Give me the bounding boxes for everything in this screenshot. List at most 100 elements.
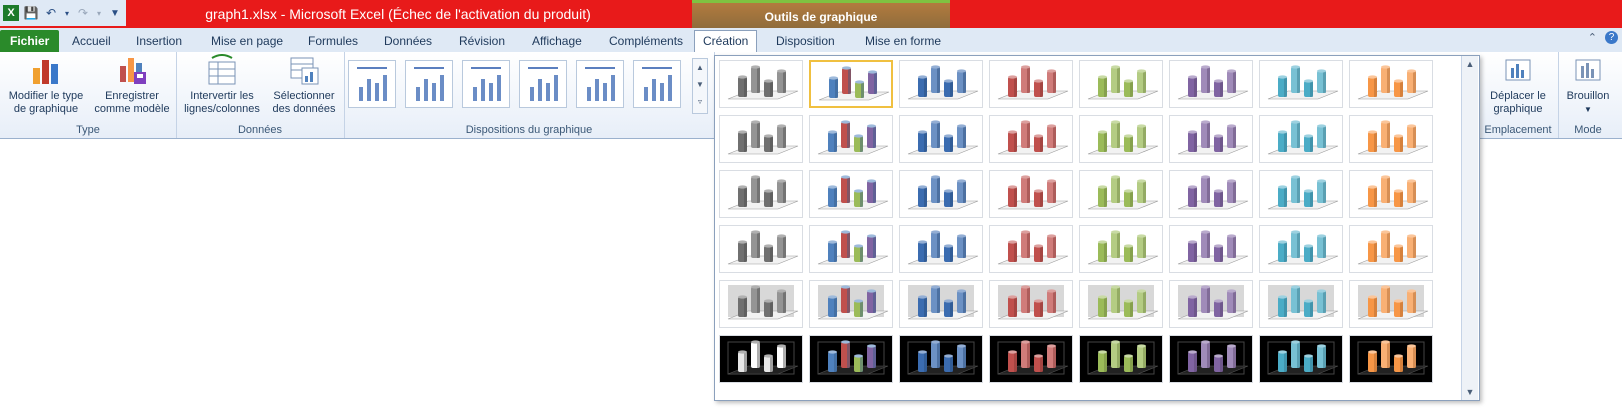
help-icon[interactable]: ? (1605, 31, 1618, 44)
tab-formules[interactable]: Formules (300, 31, 366, 51)
style-preview (720, 336, 802, 382)
chart-style-option[interactable] (899, 115, 983, 163)
style-preview (810, 171, 892, 217)
save-icon[interactable]: 💾 (23, 5, 39, 21)
chart-style-option[interactable] (809, 225, 893, 273)
style-preview (810, 116, 892, 162)
tab-mise-en-forme[interactable]: Mise en forme (857, 31, 949, 51)
chart-style-option[interactable] (1349, 335, 1433, 383)
chart-style-option[interactable] (719, 115, 803, 163)
scroll-down-icon[interactable]: ▼ (1464, 386, 1476, 398)
tab-donnees[interactable]: Données (376, 31, 440, 51)
style-preview (720, 226, 802, 272)
chart-style-option[interactable] (1259, 280, 1343, 328)
group-label-mode: Mode (1574, 124, 1602, 136)
chart-layout-option[interactable] (519, 60, 567, 108)
chart-style-option[interactable] (1079, 115, 1163, 163)
undo-dropdown-icon[interactable]: ▾ (63, 5, 71, 21)
group-donnees: Intervertir les lignes/colonnes Sélectio… (176, 52, 345, 138)
chart-layout-option[interactable] (576, 60, 624, 108)
chart-style-option[interactable] (1169, 335, 1253, 383)
chart-style-option[interactable] (989, 280, 1073, 328)
chart-style-option[interactable] (1259, 335, 1343, 383)
redo-icon[interactable]: ↷ (75, 5, 91, 21)
undo-icon[interactable]: ↶ (43, 5, 59, 21)
chart-layout-option[interactable] (348, 60, 396, 108)
chart-style-option[interactable] (989, 225, 1073, 273)
tab-insertion[interactable]: Insertion (128, 31, 190, 51)
chart-style-option[interactable] (1169, 280, 1253, 328)
chart-style-option[interactable] (809, 170, 893, 218)
tab-fichier[interactable]: Fichier (0, 30, 60, 52)
chart-style-option[interactable] (1349, 60, 1433, 108)
chart-style-option[interactable] (809, 280, 893, 328)
chart-style-option[interactable] (1349, 280, 1433, 328)
chart-style-option[interactable] (989, 170, 1073, 218)
customize-qat-icon[interactable]: ▼ (107, 5, 123, 21)
save-as-template-button[interactable]: Enregistrer comme modèle (90, 54, 174, 116)
scroll-up-icon[interactable]: ▲ (1464, 58, 1476, 70)
change-chart-type-button[interactable]: Modifier le type de graphique (4, 54, 88, 116)
group-type: Modifier le type de graphique Enregistre… (0, 52, 177, 138)
group-chart-layouts: ▲ ▼ ▿ Dispositions du graphique (344, 52, 715, 138)
tab-creation[interactable]: Création (694, 30, 758, 53)
tab-revision[interactable]: Révision (451, 31, 513, 51)
chart-style-option[interactable] (719, 170, 803, 218)
chart-style-option[interactable] (1259, 115, 1343, 163)
style-preview (1080, 226, 1162, 272)
chart-style-option[interactable] (1259, 170, 1343, 218)
chart-style-option[interactable] (1169, 170, 1253, 218)
chart-style-option[interactable] (1169, 115, 1253, 163)
style-preview (810, 226, 892, 272)
chart-style-option[interactable] (899, 170, 983, 218)
chart-style-option[interactable] (1349, 225, 1433, 273)
chart-style-option[interactable] (1079, 60, 1163, 108)
chart-style-option[interactable] (1079, 335, 1163, 383)
minimize-ribbon-icon[interactable]: ⌃ (1588, 31, 1597, 44)
chart-layout-option[interactable] (462, 60, 510, 108)
chart-style-option[interactable] (899, 280, 983, 328)
chart-style-option[interactable] (1259, 60, 1343, 108)
chart-layout-option[interactable] (633, 60, 681, 108)
chart-style-option[interactable] (989, 335, 1073, 383)
tab-mise-en-page[interactable]: Mise en page (203, 31, 291, 51)
chart-style-option[interactable] (719, 60, 803, 108)
tab-complements[interactable]: Compléments (601, 31, 691, 51)
chart-style-option[interactable] (899, 225, 983, 273)
draft-mode-icon (1572, 54, 1604, 86)
group-label-emplacement: Emplacement (1484, 124, 1552, 136)
excel-logo-icon[interactable]: X (3, 5, 19, 21)
chart-style-option[interactable] (899, 335, 983, 383)
tab-disposition[interactable]: Disposition (768, 31, 843, 51)
chart-style-option[interactable] (989, 60, 1073, 108)
redo-dropdown-icon[interactable]: ▾ (95, 5, 103, 21)
style-preview (990, 226, 1072, 272)
chart-style-option[interactable] (1169, 225, 1253, 273)
chart-style-option[interactable] (719, 225, 803, 273)
layouts-scroll[interactable]: ▲ ▼ ▿ (692, 58, 708, 114)
chart-layout-option[interactable] (405, 60, 453, 108)
select-data-button[interactable]: Sélectionner des données (264, 54, 344, 116)
chart-style-option[interactable] (1169, 60, 1253, 108)
chart-style-option[interactable] (1079, 280, 1163, 328)
chart-style-option[interactable] (1349, 115, 1433, 163)
gallery-scrollbar[interactable]: ▲ ▼ (1461, 56, 1478, 400)
chart-style-option[interactable] (809, 335, 893, 383)
chart-style-option[interactable] (899, 60, 983, 108)
chevron-down-icon: ▼ (1584, 105, 1592, 114)
chart-style-option[interactable] (809, 60, 893, 108)
tab-accueil[interactable]: Accueil (64, 31, 119, 51)
chart-style-option[interactable] (1079, 170, 1163, 218)
chart-style-option[interactable] (989, 115, 1073, 163)
switch-row-column-button[interactable]: Intervertir les lignes/colonnes (182, 54, 262, 116)
move-chart-button[interactable]: Déplacer le graphique (1478, 54, 1558, 116)
chart-style-option[interactable] (719, 335, 803, 383)
change-chart-type-icon (30, 54, 62, 86)
chart-style-option[interactable] (1079, 225, 1163, 273)
chart-style-option[interactable] (719, 280, 803, 328)
chart-style-option[interactable] (809, 115, 893, 163)
chart-style-option[interactable] (1349, 170, 1433, 218)
tab-affichage[interactable]: Affichage (524, 31, 590, 51)
chart-style-option[interactable] (1259, 225, 1343, 273)
draft-mode-button[interactable]: Brouillon ▼ (1558, 54, 1618, 116)
